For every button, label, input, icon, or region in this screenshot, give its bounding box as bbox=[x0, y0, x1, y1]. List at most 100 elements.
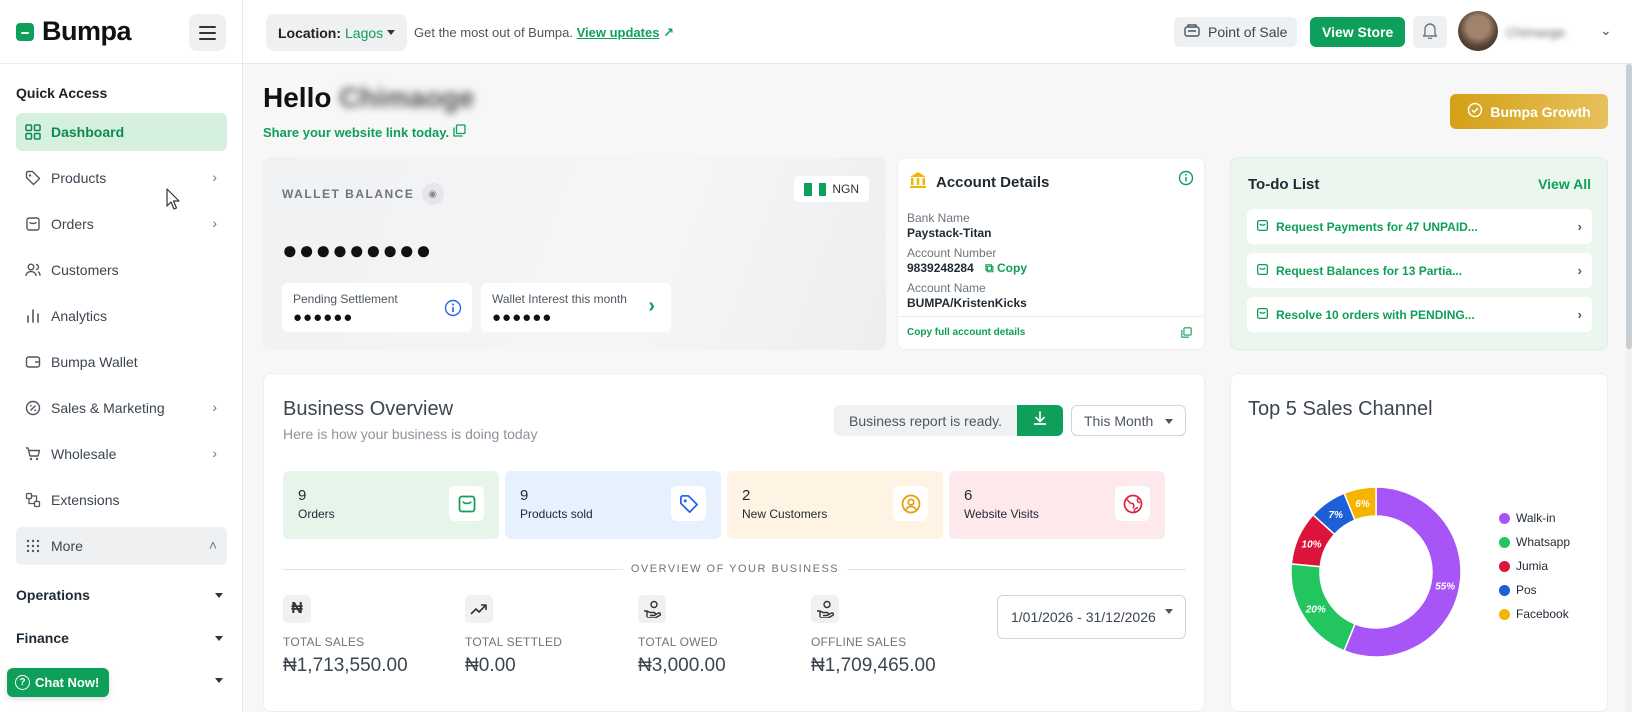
sidebar-item-label: Sales & Marketing bbox=[51, 400, 165, 416]
account-title: Account Details bbox=[936, 173, 1050, 191]
legend-item[interactable]: Walk-in bbox=[1499, 506, 1570, 530]
hand-coins-icon bbox=[811, 595, 839, 623]
sidebar: Bumpa Quick Access Dashboard Products › … bbox=[0, 0, 243, 712]
point-of-sale-button[interactable]: Point of Sale bbox=[1174, 17, 1298, 47]
wallet-interest[interactable]: Wallet Interest this month ●●●●●● › bbox=[481, 283, 671, 332]
notifications-button[interactable] bbox=[1413, 16, 1447, 48]
account-details-card: Account Details Bank Name Paystack-Titan… bbox=[897, 157, 1205, 350]
chevron-right-icon: › bbox=[1577, 263, 1582, 278]
metric-total-sales: ₦ TOTAL SALES ₦1,713,550.00 bbox=[283, 595, 408, 677]
stat-value: 9 bbox=[298, 487, 307, 504]
sidebar-item-more[interactable]: More ˄ bbox=[16, 527, 227, 565]
avatar[interactable] bbox=[1458, 11, 1498, 51]
sidebar-item-sales-marketing[interactable]: Sales & Marketing › bbox=[16, 389, 227, 427]
section-label: Operations bbox=[16, 587, 90, 603]
puzzle-icon bbox=[24, 491, 42, 509]
help-icon: ? bbox=[15, 675, 30, 690]
divider-text: OVERVIEW OF YOUR BUSINESS bbox=[622, 563, 848, 575]
bag-icon bbox=[449, 486, 484, 521]
sidebar-item-products[interactable]: Products › bbox=[16, 159, 227, 197]
todo-item-text: Request Payments for 47 UNPAID... bbox=[1276, 219, 1478, 234]
section-label: Finance bbox=[16, 630, 69, 646]
chevron-right-icon: › bbox=[212, 169, 217, 185]
stat-orders[interactable]: 9 Orders bbox=[283, 471, 499, 539]
bag-icon bbox=[24, 215, 42, 233]
legend-item[interactable]: Facebook bbox=[1499, 602, 1570, 626]
eye-icon[interactable]: ◉ bbox=[422, 183, 445, 205]
arrow-up-right-icon: ↗ bbox=[663, 25, 674, 40]
stat-new-customers[interactable]: 2 New Customers bbox=[727, 471, 943, 539]
account-number-label: Account Number bbox=[907, 246, 997, 260]
location-value: Lagos bbox=[345, 24, 384, 41]
hamburger-menu-button[interactable] bbox=[189, 14, 226, 51]
caret-down-icon bbox=[387, 30, 396, 35]
scrollbar-thumb[interactable] bbox=[1626, 64, 1632, 349]
period-select[interactable]: This Month bbox=[1071, 405, 1186, 436]
info-icon[interactable] bbox=[444, 299, 462, 322]
caret-down-icon bbox=[1165, 609, 1173, 614]
copy-account-number-button[interactable]: ⧉ Copy bbox=[985, 261, 1027, 275]
account-name-value: BUMPA/KristenKicks bbox=[907, 296, 1027, 310]
currency-selector[interactable]: NGN bbox=[794, 176, 869, 202]
legend-label: Walk-in bbox=[1516, 511, 1556, 525]
chat-now-button[interactable]: ? Chat Now! bbox=[7, 668, 110, 697]
view-updates-link[interactable]: View updates bbox=[577, 25, 660, 40]
legend-item[interactable]: Pos bbox=[1499, 578, 1570, 602]
sidebar-item-analytics[interactable]: Analytics bbox=[16, 297, 227, 335]
todo-item[interactable]: Resolve 10 orders with PENDING... › bbox=[1247, 297, 1592, 332]
metric-label: TOTAL OWED bbox=[638, 635, 718, 649]
legend-swatch bbox=[1499, 560, 1510, 572]
chevron-right-icon: › bbox=[212, 445, 217, 461]
account-number-value: 9839248284 bbox=[907, 261, 974, 275]
location-selector[interactable]: Location: Lagos bbox=[266, 14, 408, 51]
todo-item[interactable]: Request Payments for 47 UNPAID... › bbox=[1247, 209, 1592, 244]
todo-title: To-do List bbox=[1248, 176, 1320, 193]
todo-item[interactable]: Request Balances for 13 Partia... › bbox=[1247, 253, 1592, 288]
share-link-text: Share your website link today. bbox=[263, 124, 450, 140]
interest-label: Wallet Interest this month bbox=[492, 292, 627, 306]
sidebar-item-wholesale[interactable]: Wholesale › bbox=[16, 435, 227, 473]
legend-item[interactable]: Whatsapp bbox=[1499, 530, 1570, 554]
legend-label: Jumia bbox=[1516, 559, 1549, 573]
sidebar-item-extensions[interactable]: Extensions bbox=[16, 481, 227, 519]
legend-label: Pos bbox=[1516, 583, 1537, 597]
copy-full-details-link[interactable]: Copy full account details bbox=[907, 327, 1025, 338]
sidebar-item-label: Wholesale bbox=[51, 446, 117, 462]
sidebar-item-customers[interactable]: Customers bbox=[16, 251, 227, 289]
tagline-text: Get the most out of Bumpa. bbox=[414, 25, 573, 40]
info-icon[interactable] bbox=[1178, 170, 1194, 191]
legend-item[interactable]: Jumia bbox=[1499, 554, 1570, 578]
chart-title: Top 5 Sales Channel bbox=[1248, 398, 1433, 420]
section-operations[interactable]: Operations bbox=[16, 580, 227, 610]
caret-down-icon bbox=[215, 636, 223, 641]
sidebar-item-orders[interactable]: Orders › bbox=[16, 205, 227, 243]
chevron-down-icon[interactable]: ⌄ bbox=[1600, 22, 1612, 39]
bank-name-value: Paystack-Titan bbox=[907, 226, 992, 240]
download-report-button[interactable] bbox=[1017, 405, 1063, 436]
sidebar-nav: Dashboard Products › Orders › Customers … bbox=[16, 113, 227, 573]
sidebar-item-label: Customers bbox=[51, 262, 119, 278]
hand-coins-icon bbox=[638, 595, 666, 623]
donut-slice-label: 7% bbox=[1328, 510, 1343, 521]
legend-label: Whatsapp bbox=[1516, 535, 1571, 549]
trend-up-icon bbox=[465, 595, 493, 623]
account-number-row: 9839248284 ⧉ Copy bbox=[907, 261, 1027, 276]
user-name[interactable]: Chimaoge bbox=[1506, 25, 1565, 40]
view-all-link[interactable]: View All bbox=[1538, 176, 1591, 192]
date-range-select[interactable]: 1/01/2026 - 31/12/2026 bbox=[997, 595, 1186, 639]
bag-icon bbox=[1256, 263, 1269, 279]
sidebar-item-bumpa-wallet[interactable]: Bumpa Wallet bbox=[16, 343, 227, 381]
section-finance[interactable]: Finance bbox=[16, 623, 227, 653]
view-store-button[interactable]: View Store bbox=[1310, 17, 1406, 47]
stat-products-sold[interactable]: 9 Products sold bbox=[505, 471, 721, 539]
share-website-link[interactable]: Share your website link today. bbox=[263, 124, 466, 140]
pending-settlement: Pending Settlement ●●●●●● bbox=[282, 283, 472, 332]
copy-full-details-row[interactable]: Copy full account details bbox=[898, 316, 1204, 348]
quick-access-title: Quick Access bbox=[16, 85, 108, 101]
stat-website-visits[interactable]: 6 Website Visits bbox=[949, 471, 1165, 539]
sidebar-item-dashboard[interactable]: Dashboard bbox=[16, 113, 227, 151]
bumpa-growth-button[interactable]: Bumpa Growth bbox=[1450, 94, 1608, 129]
brand-name: Bumpa bbox=[42, 16, 132, 46]
todo-list-card: To-do List View All Request Payments for… bbox=[1230, 157, 1608, 350]
metric-label: TOTAL SETTLED bbox=[465, 635, 563, 649]
